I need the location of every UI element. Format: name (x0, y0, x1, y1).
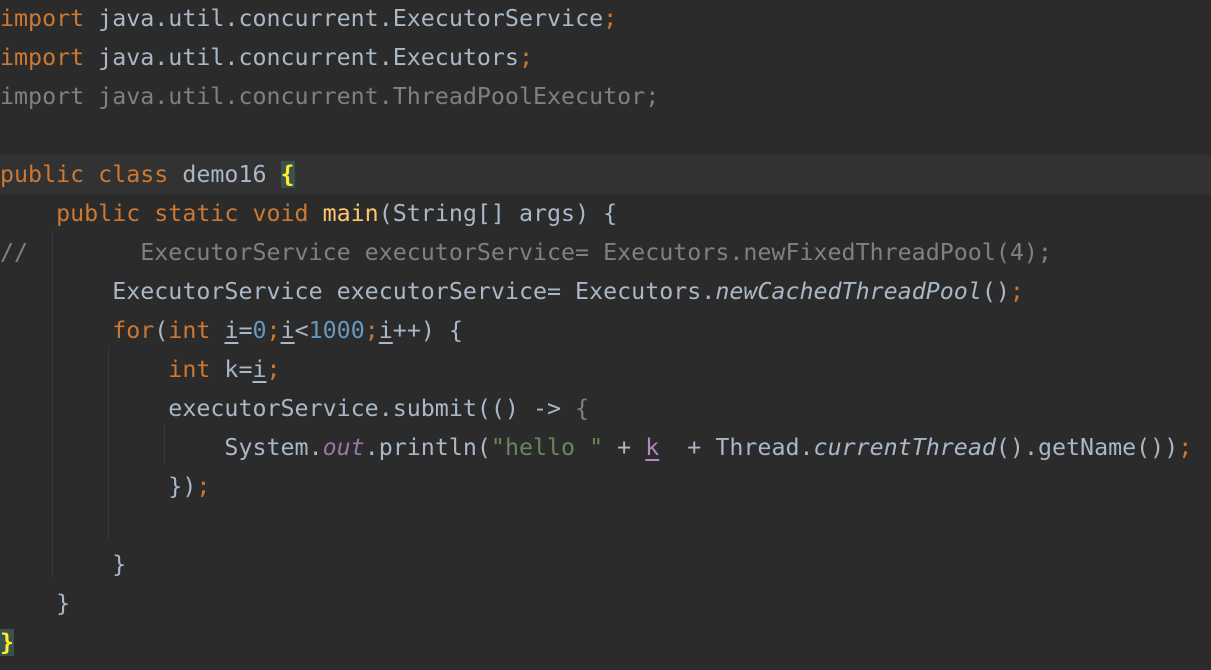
code-token: // ExecutorService executorService= Exec… (0, 239, 1052, 266)
code-line-12[interactable]: System.out.println("hello " + k + Thread… (0, 428, 1211, 467)
code-token: ; (266, 317, 281, 344)
code-token: } (0, 629, 15, 656)
code-token: i (378, 317, 393, 344)
code-line-10[interactable]: int k=i; (0, 350, 1211, 389)
code-token: import java.util.concurrent.ThreadPoolEx… (0, 83, 660, 110)
code-line-8[interactable]: ExecutorService executorService= Executo… (0, 272, 1211, 311)
code-token: + (603, 434, 646, 461)
code-token: ; (266, 356, 281, 383)
code-token: { (280, 161, 295, 188)
code-line-7[interactable]: // ExecutorService executorService= Exec… (0, 233, 1211, 272)
code-token: .println( (364, 434, 491, 461)
code-token: i (280, 317, 295, 344)
code-token: java.util.concurrent.Executors (84, 44, 519, 71)
code-token: + Thread. (659, 434, 814, 461)
code-token: java.util.concurrent.ExecutorService (84, 5, 604, 32)
code-token: ExecutorService executorService= Executo… (0, 278, 716, 305)
code-token: public static void (0, 200, 323, 227)
code-line-11[interactable]: executorService.submit(() -> { (0, 389, 1211, 428)
code-token: import (0, 44, 85, 71)
code-token: ; (518, 44, 533, 71)
code-token: currentThread (813, 434, 996, 461)
code-token: ; (603, 5, 618, 32)
code-line-1[interactable]: import java.util.concurrent.ExecutorServ… (0, 0, 1211, 38)
code-token: System. (0, 434, 323, 461)
code-token: () (981, 278, 1010, 305)
code-token: } (0, 551, 127, 578)
code-line-13[interactable]: }); (0, 467, 1211, 506)
code-token: ; (1009, 278, 1024, 305)
code-line-2[interactable]: import java.util.concurrent.Executors; (0, 38, 1211, 77)
code-token: ; (364, 317, 379, 344)
code-token: { (575, 395, 590, 422)
code-line-6[interactable]: public static void main(String[] args) { (0, 194, 1211, 233)
code-line-17[interactable]: } (0, 623, 1211, 662)
code-token: i (224, 317, 239, 344)
code-token: = (238, 317, 253, 344)
code-token: for (0, 317, 155, 344)
code-token: ++) { (392, 317, 463, 344)
code-token: k= (224, 356, 253, 383)
code-token: < (294, 317, 309, 344)
code-token: k (645, 434, 660, 461)
code-token: }) (0, 473, 197, 500)
code-token: main (322, 200, 379, 227)
code-token: ( (154, 317, 169, 344)
code-token: public class (0, 161, 183, 188)
code-token: int (0, 356, 225, 383)
code-token: newCachedThreadPool (715, 278, 982, 305)
code-token: executorService.submit(() -> (0, 395, 576, 422)
code-token: demo16 (182, 161, 281, 188)
code-line-4[interactable] (0, 116, 1211, 155)
code-line-9[interactable]: for(int i=0;i<1000;i++) { (0, 311, 1211, 350)
code-token: } (0, 590, 71, 617)
code-token: i (252, 356, 267, 383)
code-token: 1000 (308, 317, 365, 344)
code-token: (String[] args) { (378, 200, 618, 227)
code-token: ; (196, 473, 211, 500)
code-token: "hello " (490, 434, 604, 461)
code-token: int (168, 317, 225, 344)
code-line-3[interactable]: import java.util.concurrent.ThreadPoolEx… (0, 77, 1211, 116)
code-token: ().getName()) (995, 434, 1179, 461)
code-line-14[interactable] (0, 506, 1211, 545)
code-line-15[interactable]: } (0, 545, 1211, 584)
code-line-5[interactable]: public class demo16 { (0, 155, 1211, 194)
code-editor[interactable]: import java.util.concurrent.ExecutorServ… (0, 0, 1211, 670)
code-token: 0 (252, 317, 267, 344)
code-token: ; (1178, 434, 1193, 461)
code-token: out (322, 434, 365, 461)
code-line-16[interactable]: } (0, 584, 1211, 623)
code-token: import (0, 5, 85, 32)
